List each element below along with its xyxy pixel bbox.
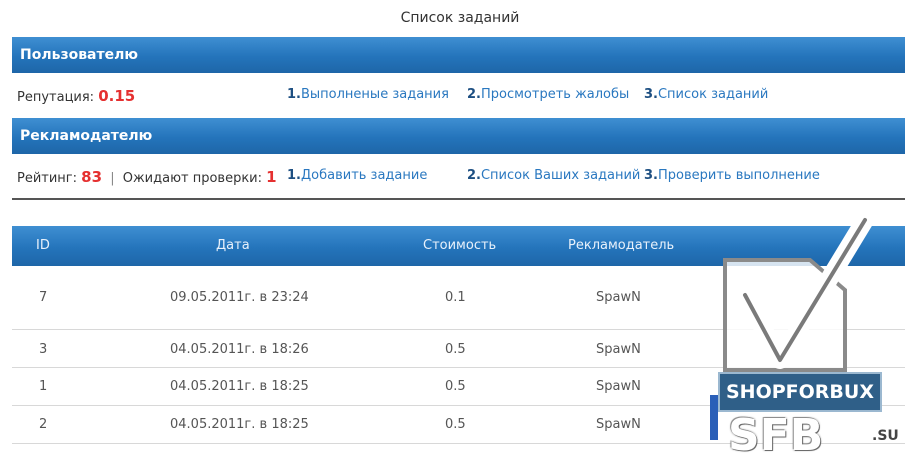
reputation-label: Репутация: [17,90,95,105]
user-info-row: Репутация: 0.15 1.Выполненые задания 2.П… [12,79,905,113]
cell-advertiser: SpawN [596,379,641,394]
rating-label: Рейтинг: [17,171,78,186]
cell-cost: 0.5 [445,379,466,394]
check-completion-link[interactable]: Проверить выполнение [658,168,820,183]
advertiser-stats: Рейтинг: 83 | Ожидают проверки: 1 [17,168,277,186]
user-link-completed-tasks[interactable]: 1.Выполненые задания [287,87,449,102]
advertiser-info-row: Рейтинг: 83 | Ожидают проверки: 1 1.Доба… [12,160,905,194]
link-index: 3. [644,168,658,183]
cell-cost: 0.5 [445,417,466,432]
link-index: 1. [287,168,301,183]
cell-id: 2 [39,417,48,432]
cell-advertiser: SpawN [596,417,641,432]
link-index: 2. [467,168,481,183]
rating-value: 83 [81,168,103,186]
link-index: 3. [644,87,658,102]
your-tasks-link[interactable]: Список Ваших заданий [481,168,640,183]
view-complaints-link[interactable]: Просмотреть жалобы [481,87,629,102]
column-header-id: ID [36,238,50,253]
cell-id: 1 [39,379,48,394]
cell-date: 04.05.2011г. в 18:25 [170,417,309,432]
completed-tasks-link[interactable]: Выполненые задания [301,87,449,102]
cell-id: 7 [39,290,48,305]
user-section-header: Пользователю [12,37,905,73]
link-index: 2. [467,87,481,102]
stats-separator: | [110,171,115,186]
cell-id: 3 [39,342,48,357]
watermark-brand-logo: SHOPFORBUX [718,372,882,412]
task-list-link[interactable]: Список заданий [658,87,768,102]
reputation-value: 0.15 [98,87,136,105]
column-header-cost: Стоимость [423,238,497,253]
pending-label: Ожидают проверки: [122,171,263,186]
advertiser-link-add-task[interactable]: 1.Добавить задание [287,168,427,183]
add-task-link[interactable]: Добавить задание [301,168,427,183]
reputation: Репутация: 0.15 [17,87,135,105]
watermark-site-logo: SFB [728,410,824,461]
cell-date: 04.05.2011г. в 18:25 [170,379,309,394]
pending-value: 1 [266,168,277,186]
advertiser-link-check-completion[interactable]: 3.Проверить выполнение [644,168,820,183]
cell-cost: 0.1 [445,290,466,305]
cell-advertiser: SpawN [596,290,641,305]
link-index: 1. [287,87,301,102]
column-header-date: Дата [216,238,250,253]
column-header-advertiser: Рекламодатель [568,238,675,253]
watermark-tld: .SU [872,428,899,444]
advertiser-link-your-tasks[interactable]: 2.Список Ваших заданий [467,168,640,183]
cell-date: 04.05.2011г. в 18:26 [170,342,309,357]
advertiser-section-header: Рекламодателю [12,118,905,154]
cell-cost: 0.5 [445,342,466,357]
user-link-task-list[interactable]: 3.Список заданий [644,87,768,102]
cell-date: 09.05.2011г. в 23:24 [170,290,309,305]
cell-advertiser: SpawN [596,342,641,357]
page-title: Список заданий [400,10,520,26]
user-link-view-complaints[interactable]: 2.Просмотреть жалобы [467,87,629,102]
